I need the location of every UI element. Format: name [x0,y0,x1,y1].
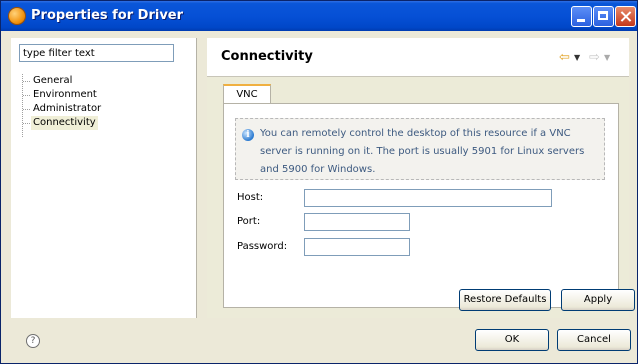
tab-vnc[interactable]: VNC [223,84,271,104]
info-box: i You can remotely control the desktop o… [235,118,605,180]
tree-item-general[interactable]: General [31,74,74,88]
filter-input[interactable] [19,44,174,62]
content-pane: Connectivity ⇦ ▼ ⇨ ▼ VNC i You can remot… [207,38,629,318]
app-icon [9,8,25,24]
minimize-icon[interactable] [571,6,592,27]
page-title: Connectivity [221,49,313,64]
maximize-icon[interactable] [593,6,614,27]
cancel-button[interactable]: Cancel [557,329,631,351]
navigation-pane: General Environment Administrator Connec… [11,38,197,318]
tree-connector [23,95,30,97]
info-icon: i [242,129,254,141]
window-title: Properties for Driver [31,8,184,23]
forward-arrow-icon[interactable]: ⇨ [589,51,600,64]
tree-connector [23,81,30,83]
tree-item-connectivity[interactable]: Connectivity [31,116,98,130]
password-field[interactable] [304,238,410,256]
tree-connector [23,109,30,111]
tree-connector [22,74,24,137]
info-message: You can remotely control the desktop of … [260,128,585,175]
page-header: Connectivity ⇦ ▼ ⇨ ▼ [207,38,629,77]
restore-defaults-button[interactable]: Restore Defaults [459,289,551,311]
help-icon[interactable]: ? [26,334,40,348]
host-label: Host: [237,192,264,203]
forward-history-dropdown-icon[interactable]: ▼ [604,52,610,63]
tree-item-administrator[interactable]: Administrator [31,102,103,116]
back-arrow-icon[interactable]: ⇦ [559,51,570,64]
properties-dialog: Properties for Driver General Environmen… [0,0,638,364]
apply-button[interactable]: Apply [561,289,635,311]
ok-button[interactable]: OK [475,329,549,351]
port-label: Port: [237,216,261,227]
port-field[interactable] [304,213,410,231]
close-icon[interactable] [615,6,636,27]
back-history-dropdown-icon[interactable]: ▼ [574,52,580,63]
password-label: Password: [237,241,288,252]
title-bar[interactable]: Properties for Driver [1,1,637,31]
vnc-tab-panel: i You can remotely control the desktop o… [223,103,619,308]
host-field[interactable] [304,189,552,207]
tree-item-environment[interactable]: Environment [31,88,99,102]
tree-connector [23,123,30,125]
